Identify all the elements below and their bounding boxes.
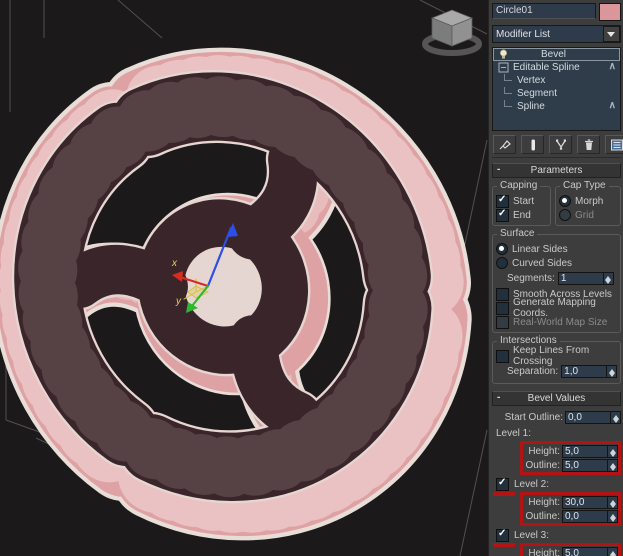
curved-sides-radio[interactable]: [496, 257, 508, 269]
start-outline-spinner[interactable]: 0,0: [565, 410, 621, 424]
expand-box-icon[interactable]: [498, 62, 509, 73]
level3-checkbox[interactable]: [496, 528, 509, 542]
level3-height-spinner[interactable]: 5,0: [562, 546, 618, 556]
cap-type-grid-option: Grid: [559, 208, 617, 222]
viewcube[interactable]: [422, 9, 482, 56]
stack-item-bevel[interactable]: Bevel: [493, 48, 620, 61]
modifier-list-label: Modifier List: [496, 28, 550, 40]
max-viewport-screenshot: x y Circle01 Modifier List Bevel Editabl…: [0, 0, 623, 556]
annotation-red-mark-level2: [493, 492, 515, 496]
surface-group: Surface Linear Sides Curved Sides Segmen…: [492, 229, 621, 333]
level2-outline-spinner[interactable]: 0,0: [562, 509, 618, 523]
pin-stack-icon: [499, 139, 511, 149]
end-checkbox[interactable]: [496, 208, 509, 222]
spinner-arrows-icon[interactable]: [608, 546, 618, 556]
remove-modifier-icon: [584, 138, 593, 150]
level2-height-row: Height: 30,0: [523, 495, 618, 509]
parameters-rollout-header[interactable]: - Parameters: [492, 163, 621, 178]
spinner-arrows-icon[interactable]: [607, 365, 618, 378]
separation-row: Separation: 1,0: [507, 364, 618, 379]
spinner-arrows-icon[interactable]: [608, 495, 618, 509]
pin-stack-button[interactable]: [493, 135, 516, 154]
segments-spinner[interactable]: 1: [557, 272, 614, 285]
make-unique-icon: [555, 139, 566, 150]
generate-mapping-coords-option[interactable]: Generate Mapping Coords.: [496, 297, 617, 319]
real-world-map-size-option: Real-World Map Size: [496, 315, 617, 329]
scene-3d: x y: [0, 0, 488, 556]
stack-item-spline[interactable]: Spline: [493, 100, 620, 113]
annotation-red-box-level2: Height: 30,0 Outline: 0,0: [520, 492, 621, 526]
capping-start-option[interactable]: Start: [496, 194, 547, 208]
show-end-result-icon: [531, 139, 535, 150]
stack-toolbar: [492, 135, 623, 158]
spinner-arrows-icon[interactable]: [603, 272, 614, 285]
keep-lines-from-crossing-option[interactable]: Keep Lines From Crossing: [496, 345, 617, 367]
start-checkbox[interactable]: [496, 194, 509, 208]
level2-checkbox[interactable]: [496, 477, 509, 491]
level1-height-spinner[interactable]: 5,0: [562, 444, 618, 458]
annotation-red-box-level1: Height: 5,0 Outline: 5,0: [520, 441, 621, 475]
stack-item-editable-spline[interactable]: Editable Spline: [493, 61, 620, 74]
linear-sides-radio[interactable]: [496, 243, 508, 255]
gizmo-x-label: x: [171, 258, 178, 269]
level1-outline-row: Outline: 5,0: [523, 458, 618, 472]
annotation-red-box-level3: Height: 5,0 Outline: -5,0: [520, 543, 621, 556]
capping-group: Capping Start End: [492, 181, 551, 226]
remove-modifier-button[interactable]: [577, 135, 600, 154]
modifier-stack[interactable]: Bevel Editable Spline Vertex Segment Spl…: [492, 47, 621, 131]
segments-row: Segments: 1: [507, 271, 617, 286]
level2-outline-row: Outline: 0,0: [523, 509, 618, 523]
grid-radio: [559, 209, 571, 221]
intersections-group: Intersections Keep Lines From Crossing S…: [492, 336, 621, 384]
dropdown-arrow-icon[interactable]: [603, 26, 620, 42]
chevron-up-icon: [609, 100, 616, 111]
level2-height-spinner[interactable]: 30,0: [562, 495, 618, 509]
spinner-arrows-icon[interactable]: [608, 444, 618, 458]
curved-sides-option[interactable]: Curved Sides: [496, 256, 617, 270]
show-end-result-button[interactable]: [521, 135, 544, 154]
smooth-across-levels-checkbox[interactable]: [496, 287, 509, 301]
lightbulb-icon: [499, 49, 508, 59]
bevel-values-rollout-header[interactable]: - Bevel Values: [492, 391, 621, 406]
morph-radio[interactable]: [559, 195, 571, 207]
gizmo-y-label: y: [175, 296, 182, 307]
level-1-section: Level 1: Height: 5,0 Outline: 5,0: [492, 427, 621, 475]
capping-end-option[interactable]: End: [496, 208, 547, 222]
cap-type-group: Cap Type Morph Grid: [555, 181, 621, 226]
modifier-list-dropdown[interactable]: Modifier List: [492, 25, 621, 43]
level1-outline-spinner[interactable]: 5,0: [562, 458, 618, 472]
collapse-icon[interactable]: -: [497, 164, 500, 176]
cap-type-morph-option[interactable]: Morph: [559, 194, 617, 208]
command-panel: Circle01 Modifier List Bevel Editable Sp…: [488, 0, 623, 556]
object-name-field[interactable]: Circle01: [492, 3, 596, 19]
level3-height-row: Height: 5,0: [523, 546, 618, 556]
real-world-map-size-checkbox: [496, 315, 509, 329]
adapter-object[interactable]: [0, 18, 488, 556]
level-2-section: Level 2: Height: 30,0 Outline: 0,0: [492, 477, 621, 526]
spinner-arrows-icon[interactable]: [611, 410, 621, 424]
chevron-up-icon: [609, 61, 616, 72]
collapse-icon[interactable]: -: [497, 392, 500, 404]
linear-sides-option[interactable]: Linear Sides: [496, 242, 617, 256]
configure-modifier-sets-button[interactable]: [605, 135, 623, 154]
stack-item-vertex[interactable]: Vertex: [493, 74, 620, 87]
level1-height-row: Height: 5,0: [523, 444, 618, 458]
viewport[interactable]: x y: [0, 0, 488, 556]
spinner-arrows-icon[interactable]: [608, 509, 618, 523]
separation-spinner[interactable]: 1,0: [561, 365, 618, 378]
keep-lines-from-crossing-checkbox[interactable]: [496, 349, 509, 363]
spinner-arrows-icon[interactable]: [608, 458, 618, 472]
start-outline-row: Start Outline: 0,0: [492, 410, 621, 424]
configure-modifier-sets-icon: [610, 139, 623, 150]
level-3-section: Level 3: Height: 5,0 Outline: -5,0: [492, 528, 621, 556]
stack-item-segment[interactable]: Segment: [493, 87, 620, 100]
make-unique-button[interactable]: [549, 135, 572, 154]
generate-mapping-coords-checkbox[interactable]: [496, 301, 509, 315]
annotation-red-mark-level3: [493, 543, 515, 547]
object-color-swatch[interactable]: [599, 3, 621, 21]
